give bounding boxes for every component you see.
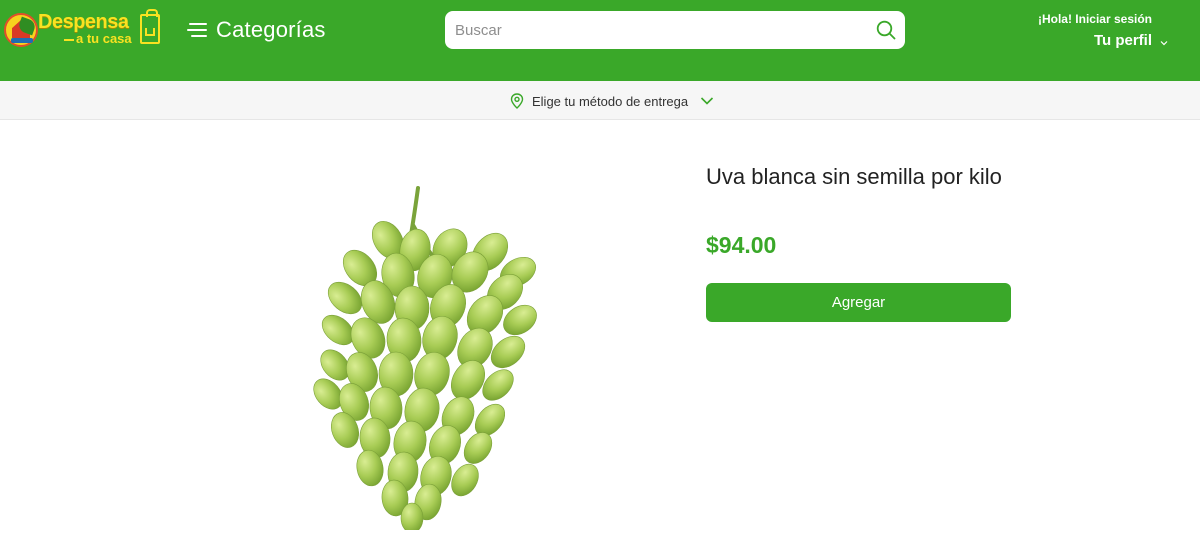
product-image xyxy=(313,186,537,530)
product-title: Uva blanca sin semilla por kilo xyxy=(706,164,1002,189)
menu-icon xyxy=(187,22,207,38)
shopping-bag-icon xyxy=(140,9,160,44)
account-area: ¡Hola! Iniciar sesión Tu perfil xyxy=(1038,12,1168,49)
logo[interactable]: Despensa a tu casa xyxy=(4,9,164,51)
location-pin-icon xyxy=(510,93,524,109)
chevron-down-icon[interactable] xyxy=(1160,39,1168,47)
chevron-down-icon xyxy=(701,97,714,105)
add-to-cart-button[interactable]: Agregar xyxy=(706,283,1011,322)
logo-subtitle: a tu casa xyxy=(64,31,132,46)
site-header: Despensa a tu casa Categorías ¡Hola! Ini… xyxy=(0,0,1200,81)
grape xyxy=(490,335,526,369)
profile-label: Tu perfil xyxy=(1093,32,1152,49)
categories-label: Categorías xyxy=(216,17,326,42)
login-link[interactable]: ¡Hola! Iniciar sesión xyxy=(1038,12,1152,26)
search-input[interactable] xyxy=(455,11,855,49)
delivery-method-selector[interactable]: Elige tu método de entrega xyxy=(510,91,714,111)
delivery-bar: Elige tu método de entrega xyxy=(0,81,1200,120)
delivery-label: Elige tu método de entrega xyxy=(532,93,689,109)
grape xyxy=(451,463,479,497)
categories-menu-button[interactable]: Categorías xyxy=(187,16,326,44)
search-bar xyxy=(445,11,905,49)
profile-button[interactable]: Tu perfil xyxy=(1038,32,1152,49)
grape xyxy=(400,502,424,530)
logo-title: Despensa xyxy=(38,11,129,33)
logo-icon xyxy=(4,13,38,47)
product-price: $94.00 xyxy=(706,232,777,258)
search-icon[interactable] xyxy=(876,20,896,40)
